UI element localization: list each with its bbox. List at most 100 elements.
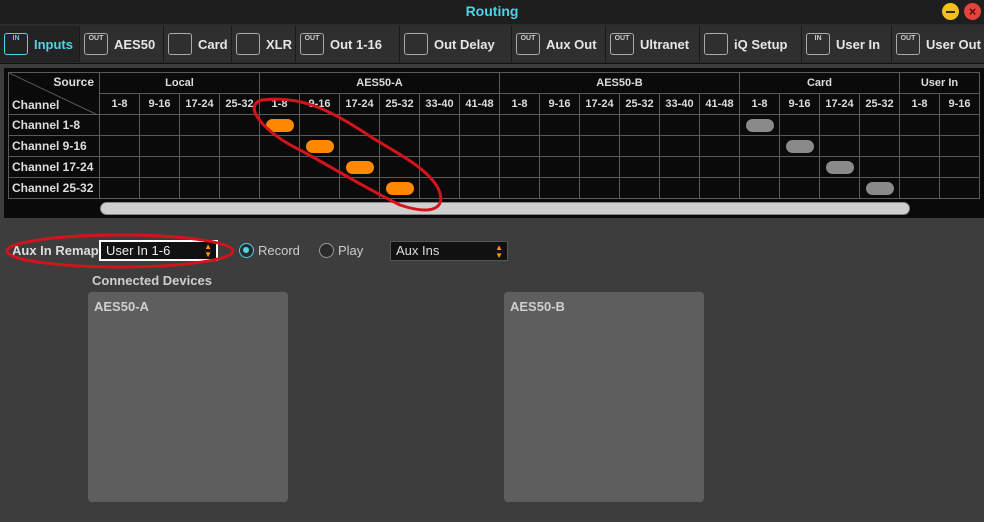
routing-cell[interactable] — [819, 177, 860, 199]
routing-cell[interactable] — [379, 114, 420, 136]
routing-cell[interactable] — [459, 156, 500, 178]
routing-cell[interactable] — [899, 177, 940, 199]
routing-cell[interactable] — [499, 156, 540, 178]
routing-cell[interactable] — [299, 114, 340, 136]
routing-cell[interactable] — [219, 156, 260, 178]
routing-cell[interactable] — [779, 156, 820, 178]
routing-cell[interactable] — [259, 135, 300, 157]
routing-cell[interactable] — [219, 177, 260, 199]
routing-cell[interactable] — [99, 177, 140, 199]
routing-cell[interactable] — [899, 135, 940, 157]
routing-cell[interactable] — [539, 177, 580, 199]
routing-cell[interactable] — [619, 177, 660, 199]
routing-cell[interactable] — [579, 135, 620, 157]
routing-cell[interactable] — [339, 156, 380, 178]
routing-cell[interactable] — [539, 156, 580, 178]
tab-out-1-16[interactable]: OUT Out 1-16 — [296, 26, 400, 62]
routing-cell[interactable] — [139, 135, 180, 157]
routing-cell[interactable] — [259, 177, 300, 199]
routing-cell[interactable] — [939, 135, 980, 157]
routing-cell[interactable] — [699, 156, 740, 178]
minimize-icon[interactable] — [942, 3, 959, 20]
routing-cell[interactable] — [779, 135, 820, 157]
routing-cell[interactable] — [579, 114, 620, 136]
play-radio[interactable] — [319, 243, 334, 258]
routing-cell[interactable] — [539, 114, 580, 136]
route-inactive-pill[interactable] — [826, 161, 854, 174]
routing-cell[interactable] — [299, 177, 340, 199]
tab-user-in[interactable]: IN User In — [802, 26, 892, 62]
aux-in-remap-select[interactable]: User In 1-6 ▲ ▼ — [99, 240, 218, 261]
route-active-pill[interactable] — [306, 140, 334, 153]
matrix-horizontal-scrollbar[interactable] — [100, 202, 910, 215]
routing-cell[interactable] — [179, 156, 220, 178]
routing-cell[interactable] — [139, 114, 180, 136]
route-inactive-pill[interactable] — [866, 182, 894, 195]
tab-card[interactable]: Card — [164, 26, 232, 62]
routing-cell[interactable] — [419, 177, 460, 199]
routing-cell[interactable] — [419, 135, 460, 157]
routing-cell[interactable] — [739, 177, 780, 199]
routing-cell[interactable] — [139, 156, 180, 178]
tab-iq-setup[interactable]: iQ Setup — [700, 26, 802, 62]
routing-cell[interactable] — [219, 135, 260, 157]
routing-cell[interactable] — [499, 177, 540, 199]
routing-cell[interactable] — [619, 114, 660, 136]
routing-cell[interactable] — [419, 114, 460, 136]
routing-cell[interactable] — [699, 114, 740, 136]
routing-cell[interactable] — [939, 156, 980, 178]
routing-cell[interactable] — [379, 177, 420, 199]
routing-cell[interactable] — [939, 114, 980, 136]
routing-cell[interactable] — [499, 135, 540, 157]
routing-cell[interactable] — [739, 156, 780, 178]
routing-cell[interactable] — [619, 156, 660, 178]
routing-cell[interactable] — [179, 177, 220, 199]
routing-cell[interactable] — [819, 156, 860, 178]
tab-ultranet[interactable]: OUT Ultranet — [606, 26, 700, 62]
routing-cell[interactable] — [779, 114, 820, 136]
routing-cell[interactable] — [539, 135, 580, 157]
routing-cell[interactable] — [459, 135, 500, 157]
routing-cell[interactable] — [339, 114, 380, 136]
routing-cell[interactable] — [379, 156, 420, 178]
routing-cell[interactable] — [739, 114, 780, 136]
routing-cell[interactable] — [259, 114, 300, 136]
routing-cell[interactable] — [899, 156, 940, 178]
routing-cell[interactable] — [299, 156, 340, 178]
routing-cell[interactable] — [859, 177, 900, 199]
routing-cell[interactable] — [179, 114, 220, 136]
routing-cell[interactable] — [659, 156, 700, 178]
routing-cell[interactable] — [659, 135, 700, 157]
route-active-pill[interactable] — [346, 161, 374, 174]
route-active-pill[interactable] — [266, 119, 294, 132]
routing-cell[interactable] — [99, 156, 140, 178]
routing-cell[interactable] — [779, 177, 820, 199]
routing-cell[interactable] — [899, 114, 940, 136]
tab-inputs[interactable]: IN Inputs — [0, 26, 80, 62]
routing-cell[interactable] — [859, 135, 900, 157]
routing-cell[interactable] — [339, 177, 380, 199]
routing-cell[interactable] — [139, 177, 180, 199]
routing-cell[interactable] — [579, 177, 620, 199]
routing-cell[interactable] — [379, 135, 420, 157]
tab-aes50[interactable]: OUT AES50 — [80, 26, 164, 62]
routing-cell[interactable] — [699, 177, 740, 199]
routing-cell[interactable] — [859, 114, 900, 136]
routing-cell[interactable] — [99, 114, 140, 136]
close-icon[interactable]: × — [964, 3, 981, 20]
routing-cell[interactable] — [739, 135, 780, 157]
record-radio[interactable] — [239, 243, 254, 258]
routing-cell[interactable] — [419, 156, 460, 178]
routing-cell[interactable] — [819, 114, 860, 136]
routing-cell[interactable] — [259, 156, 300, 178]
routing-cell[interactable] — [699, 135, 740, 157]
routing-cell[interactable] — [819, 135, 860, 157]
tab-aux-out[interactable]: OUT Aux Out — [512, 26, 606, 62]
routing-cell[interactable] — [579, 156, 620, 178]
routing-cell[interactable] — [859, 156, 900, 178]
route-inactive-pill[interactable] — [746, 119, 774, 132]
routing-cell[interactable] — [939, 177, 980, 199]
routing-cell[interactable] — [659, 114, 700, 136]
routing-cell[interactable] — [459, 177, 500, 199]
route-inactive-pill[interactable] — [786, 140, 814, 153]
